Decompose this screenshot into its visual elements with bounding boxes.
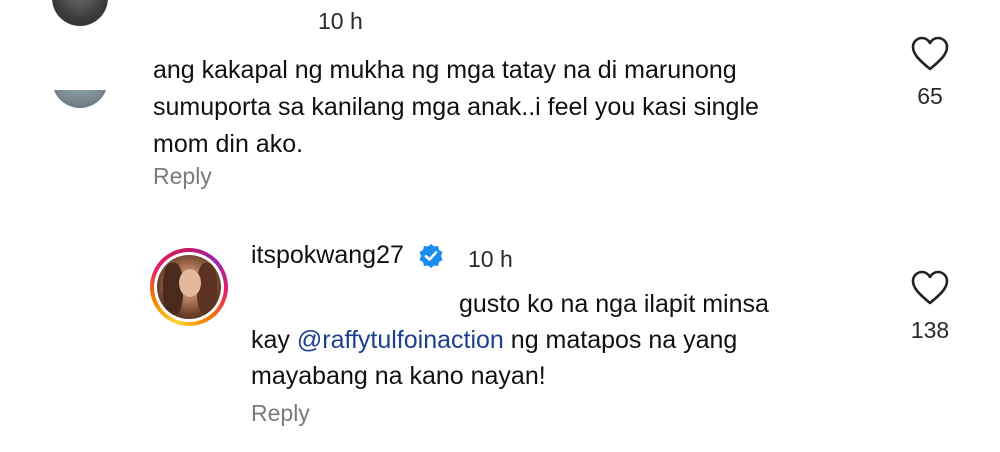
comment-text: ang kakapal ng mukha ng mga tatay na di … — [153, 52, 873, 163]
comment-text-fragment: ng matapos na yang — [503, 326, 738, 354]
comment-line: mayabang na kano nayan! — [251, 362, 546, 390]
like-count: 138 — [910, 317, 950, 343]
heart-outline-icon[interactable] — [911, 270, 949, 306]
username-link[interactable]: itspokwang27 — [251, 241, 404, 270]
comment-line: kay @raffytulfoinaction ng matapos na ya… — [251, 322, 737, 359]
reply-button[interactable]: Reply — [251, 400, 310, 427]
reply-button[interactable]: Reply — [153, 163, 212, 190]
comment-text-fragment: kay — [251, 326, 297, 354]
comment-line: ang kakapal ng mukha ng mga tatay na di … — [153, 56, 737, 84]
avatar-top[interactable] — [52, 0, 108, 32]
comment-line: gusto ko na nga ilapit minsa — [459, 290, 769, 318]
comment-timestamp: 10 h — [468, 246, 513, 272]
heart-outline-icon[interactable] — [911, 36, 949, 72]
comment-line: mom din ako. — [153, 130, 304, 158]
mention-link[interactable]: @raffytulfoinaction — [297, 326, 504, 354]
avatar[interactable] — [150, 248, 228, 326]
avatar-bottom[interactable] — [52, 90, 108, 110]
verified-badge-icon — [419, 244, 443, 268]
comment-line: sumuporta sa kanilang mga anak..i feel y… — [153, 93, 759, 121]
comment-timestamp: 10 h — [318, 8, 363, 34]
like-count: 65 — [917, 83, 943, 109]
